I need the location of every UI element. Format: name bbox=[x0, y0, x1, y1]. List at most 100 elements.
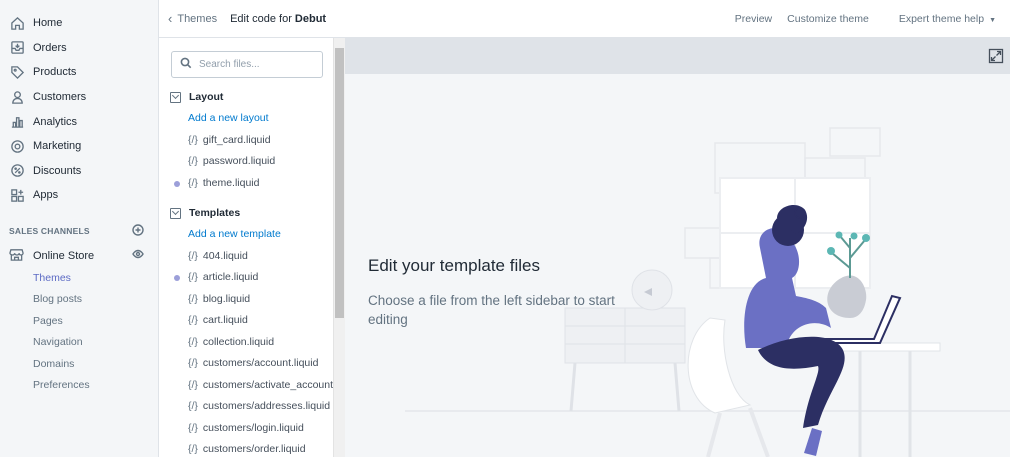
nav-item-orders[interactable]: Orders bbox=[0, 36, 158, 61]
file-item-404[interactable]: {/} 404.liquid bbox=[159, 246, 344, 268]
file-item-customers-account[interactable]: {/} customers/account.liquid bbox=[159, 353, 344, 375]
file-item-theme[interactable]: {/} theme.liquid bbox=[159, 173, 344, 195]
subnav-blog-posts[interactable]: Blog posts bbox=[0, 289, 158, 311]
subnav-pages[interactable]: Pages bbox=[0, 311, 158, 333]
subnav-preferences[interactable]: Preferences bbox=[0, 375, 158, 397]
search-icon bbox=[180, 57, 199, 72]
file-name: customers/order.liquid bbox=[202, 443, 306, 455]
target-icon bbox=[9, 138, 25, 154]
top-actions: Preview Customize theme Expert theme hel… bbox=[720, 13, 996, 25]
empty-state-description: Choose a file from the left sidebar to s… bbox=[368, 293, 615, 327]
code-file-icon: {/} bbox=[188, 378, 198, 391]
code-file-icon: {/} bbox=[188, 271, 198, 283]
file-tree-panel: Layout Add a new layout {/} gift_card.li… bbox=[159, 38, 345, 457]
file-name: blog.liquid bbox=[202, 292, 251, 305]
online-store-subnav: Themes Blog posts Pages Navigation Domai… bbox=[0, 268, 158, 397]
add-template-link[interactable]: Add a new template bbox=[159, 224, 344, 246]
admin-sidebar: Home Orders Products Customers Analytics… bbox=[0, 0, 159, 457]
code-file-icon: {/} bbox=[188, 443, 198, 455]
caret-down-icon: ▼ bbox=[989, 16, 996, 24]
file-item-gift-card[interactable]: {/} gift_card.liquid bbox=[159, 130, 344, 152]
eye-icon[interactable] bbox=[132, 248, 144, 263]
file-item-customers-addresses[interactable]: {/} customers/addresses.liquid bbox=[159, 396, 344, 418]
code-file-icon: {/} bbox=[188, 176, 198, 189]
subnav-themes[interactable]: Themes bbox=[0, 268, 158, 290]
nav-item-marketing[interactable]: Marketing bbox=[0, 134, 158, 159]
sales-channels-label: SALES CHANNELS bbox=[9, 225, 90, 236]
search-files-input[interactable] bbox=[199, 59, 319, 70]
page-title-prefix: Edit code for bbox=[230, 12, 295, 25]
nav-item-label: Customers bbox=[33, 91, 87, 104]
file-item-blog[interactable]: {/} blog.liquid bbox=[159, 289, 344, 311]
nav-item-analytics[interactable]: Analytics bbox=[0, 109, 158, 134]
file-item-article[interactable]: {/} article.liquid bbox=[159, 267, 344, 289]
nav-item-online-store[interactable]: Online Store bbox=[0, 244, 158, 268]
file-item-customers-order[interactable]: {/} customers/order.liquid bbox=[159, 439, 344, 457]
code-file-icon: {/} bbox=[188, 357, 198, 369]
file-name: 404.liquid bbox=[202, 249, 248, 262]
preview-button[interactable]: Preview bbox=[735, 13, 772, 25]
file-name: article.liquid bbox=[202, 271, 259, 283]
page-title: Edit code for Debut bbox=[230, 13, 326, 25]
nav-item-products[interactable]: Products bbox=[0, 60, 158, 85]
file-tree-scrollbar[interactable] bbox=[333, 38, 345, 457]
file-item-customers-activate-account[interactable]: {/} customers/activate_account.liquid bbox=[159, 375, 344, 397]
folder-layout[interactable]: Layout bbox=[159, 86, 344, 108]
file-item-password[interactable]: {/} password.liquid bbox=[159, 151, 344, 173]
code-file-icon: {/} bbox=[188, 314, 198, 326]
code-file-icon: {/} bbox=[188, 335, 198, 348]
file-name: gift_card.liquid bbox=[202, 133, 271, 146]
search-field[interactable] bbox=[171, 51, 323, 78]
add-channel-icon[interactable] bbox=[132, 224, 144, 238]
nav-item-label: Apps bbox=[33, 189, 59, 202]
add-layout-link[interactable]: Add a new layout bbox=[159, 108, 344, 130]
nav-list: Home Orders Products Customers Analytics… bbox=[0, 0, 158, 208]
breadcrumb: ‹ Themes Edit code for Debut bbox=[168, 11, 326, 26]
file-name: customers/activate_account.liquid bbox=[202, 378, 345, 391]
store-icon bbox=[9, 247, 33, 265]
nav-item-label: Orders bbox=[33, 41, 67, 54]
file-name: theme.liquid bbox=[202, 176, 260, 189]
nav-item-customers[interactable]: Customers bbox=[0, 85, 158, 110]
customize-theme-button[interactable]: Customize theme bbox=[787, 13, 869, 25]
folder-expand-icon bbox=[170, 207, 181, 219]
expert-help-menu[interactable]: Expert theme help ▼ bbox=[884, 13, 996, 25]
nav-item-label: Marketing bbox=[33, 140, 82, 153]
file-item-customers-login[interactable]: {/} customers/login.liquid bbox=[159, 418, 344, 440]
folder-expand-icon bbox=[170, 91, 181, 103]
file-item-collection[interactable]: {/} collection.liquid bbox=[159, 332, 344, 354]
file-name: customers/login.liquid bbox=[202, 421, 304, 434]
file-name: cart.liquid bbox=[202, 314, 248, 326]
online-store-label: Online Store bbox=[33, 249, 95, 262]
nav-item-discounts[interactable]: Discounts bbox=[0, 159, 158, 184]
folder-templates[interactable]: Templates bbox=[159, 202, 344, 224]
nav-item-apps[interactable]: Apps bbox=[0, 183, 158, 208]
nav-item-home[interactable]: Home bbox=[0, 11, 158, 36]
modified-dot bbox=[174, 180, 180, 187]
folder-label: Layout bbox=[189, 91, 224, 103]
editor-toolbar bbox=[345, 38, 1010, 74]
discount-icon bbox=[9, 163, 25, 179]
top-bar: ‹ Themes Edit code for Debut Preview Cus… bbox=[159, 0, 1010, 38]
person-icon bbox=[9, 89, 25, 105]
subnav-domains[interactable]: Domains bbox=[0, 354, 158, 376]
back-label: Themes bbox=[177, 12, 218, 25]
scrollbar-thumb[interactable] bbox=[335, 48, 344, 318]
empty-state-title: Edit your template files bbox=[368, 256, 540, 275]
code-file-icon: {/} bbox=[188, 292, 198, 305]
back-to-themes-link[interactable]: ‹ Themes bbox=[168, 11, 217, 26]
nav-item-label: Home bbox=[33, 17, 63, 30]
chevron-left-icon: ‹ bbox=[168, 11, 173, 26]
modified-dot bbox=[174, 275, 180, 281]
nav-item-label: Analytics bbox=[33, 115, 78, 128]
tag-icon bbox=[9, 64, 25, 80]
file-item-cart[interactable]: {/} cart.liquid bbox=[159, 310, 344, 332]
expert-help-label: Expert theme help bbox=[898, 12, 985, 25]
expand-icon[interactable] bbox=[988, 48, 1004, 64]
nav-item-label: Discounts bbox=[33, 164, 82, 177]
bar-chart-icon bbox=[9, 114, 25, 130]
sales-channels-header: SALES CHANNELS bbox=[0, 222, 158, 240]
file-name: password.liquid bbox=[202, 155, 276, 167]
orders-icon bbox=[9, 40, 25, 56]
subnav-navigation[interactable]: Navigation bbox=[0, 332, 158, 354]
